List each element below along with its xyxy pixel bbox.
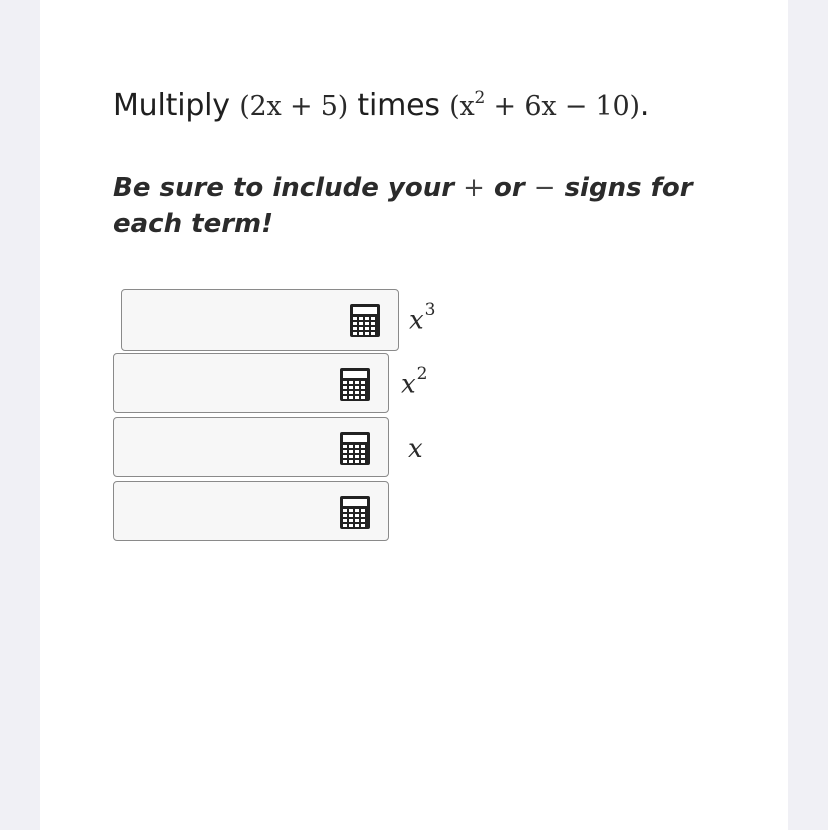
prompt-verb: Multiply (113, 88, 230, 123)
term-label-x2: x2 (401, 364, 428, 400)
instruction-part1: Be sure to include your (113, 173, 455, 203)
term-label-base: x (401, 369, 416, 400)
calculator-icon[interactable] (340, 432, 370, 465)
instruction-or: or (493, 173, 525, 203)
answer-input-x[interactable] (113, 417, 389, 477)
question-prompt: Multiply (2x + 5) times (x2 + 6x − 10). (113, 78, 649, 129)
term-label-base: x (409, 305, 424, 336)
factor-a: (2x + 5) (239, 91, 349, 122)
term-label-base: x (408, 434, 423, 464)
term-label-x3: x3 (409, 300, 436, 336)
term-label-exponent: 3 (424, 300, 436, 320)
factor-b-exponent: 2 (474, 88, 486, 108)
instruction-text: Be sure to include your + or − signs for… (113, 170, 713, 242)
factor-b-open: (x (449, 91, 475, 122)
calculator-icon[interactable] (340, 368, 370, 401)
minus-sign: − (533, 173, 556, 203)
prompt-joiner: times (357, 88, 440, 123)
answer-input-x2[interactable] (113, 353, 389, 413)
term-label-x: x (408, 434, 423, 464)
term-label-exponent: 2 (416, 364, 428, 384)
prompt-period: . (639, 88, 650, 123)
calculator-icon[interactable] (340, 496, 370, 529)
plus-sign: + (463, 173, 485, 203)
factor-b-rest: + 6x − 10) (485, 91, 640, 122)
answer-input-constant[interactable] (113, 481, 389, 541)
calculator-icon[interactable] (350, 304, 380, 337)
answer-input-x3[interactable] (121, 289, 399, 351)
factor-b: (x2 + 6x − 10) (449, 88, 640, 122)
